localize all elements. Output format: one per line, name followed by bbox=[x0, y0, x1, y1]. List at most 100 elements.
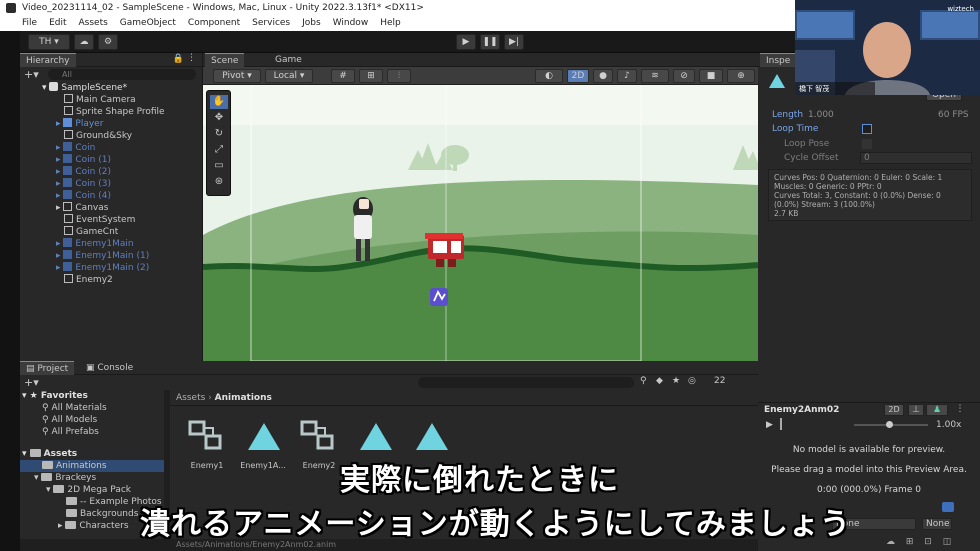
shading-mode-icon[interactable]: ◐ bbox=[535, 69, 563, 83]
menu-gameobject[interactable]: GameObject bbox=[120, 16, 176, 31]
label-icon[interactable]: ◆ bbox=[656, 376, 663, 386]
asset-enemy1-thumb[interactable] bbox=[188, 418, 224, 454]
tab-hierarchy[interactable]: Hierarchy bbox=[20, 53, 76, 67]
menu-help[interactable]: Help bbox=[380, 16, 401, 31]
asset-enemy1a-thumb[interactable] bbox=[246, 420, 282, 454]
tree-item[interactable]: ▾ Brackeys bbox=[34, 472, 96, 484]
add-icon[interactable]: +▾ bbox=[24, 68, 44, 81]
tag-icon[interactable] bbox=[942, 502, 954, 512]
loop-pose-checkbox[interactable] bbox=[862, 139, 872, 149]
tree-item-animations[interactable]: Animations bbox=[20, 460, 164, 472]
asset-enemy1a-label[interactable]: Enemy1A... bbox=[238, 461, 288, 470]
hierarchy-item[interactable]: ▸ Coin (4) bbox=[56, 190, 111, 202]
asset-enemy2-label[interactable]: Enemy2 bbox=[294, 461, 344, 470]
asset-enemy1-label[interactable]: Enemy1 bbox=[182, 461, 232, 470]
transform-tool-icon[interactable]: ⊛ bbox=[210, 175, 228, 189]
favorites-header[interactable]: ▾ ★ Favorites bbox=[22, 390, 88, 402]
star-icon[interactable]: ★ bbox=[672, 376, 680, 386]
hierarchy-item[interactable]: Sprite Shape Profile bbox=[64, 106, 165, 118]
tree-item[interactable]: ▾ 2D Mega Pack bbox=[46, 484, 131, 496]
lighting-icon[interactable]: ● bbox=[593, 69, 613, 83]
camera-icon[interactable]: ■ bbox=[699, 69, 723, 83]
create-icon[interactable]: +▾ bbox=[24, 376, 39, 389]
avatar-icon[interactable]: ♟ bbox=[926, 404, 948, 416]
assets-header[interactable]: ▾ Assets bbox=[22, 448, 77, 460]
tab-project[interactable]: ▤ Project bbox=[20, 361, 75, 375]
favorite-item[interactable]: ⚲ All Prefabs bbox=[42, 426, 99, 438]
hierarchy-item[interactable]: ▸ Player bbox=[56, 118, 103, 130]
hierarchy-item[interactable]: GameCnt bbox=[64, 226, 118, 238]
status-collab-icon[interactable]: ⊡ bbox=[924, 537, 932, 547]
account-dropdown[interactable]: TH ▾ bbox=[28, 34, 70, 50]
snap-increment-icon[interactable]: ⊞ bbox=[359, 69, 383, 83]
hierarchy-item[interactable]: ▸ Enemy1Main bbox=[56, 238, 134, 250]
hierarchy-item[interactable]: ▸ Canvas bbox=[56, 202, 108, 214]
hierarchy-item[interactable]: Main Camera bbox=[64, 94, 136, 106]
preview-play-icon[interactable]: ▶ bbox=[766, 420, 773, 430]
menu-services[interactable]: Services bbox=[252, 16, 290, 31]
rotate-tool-icon[interactable]: ↻ bbox=[210, 127, 228, 141]
audio-icon[interactable]: ♪ bbox=[617, 69, 637, 83]
search-by-type-icon[interactable]: ⚲ bbox=[640, 376, 647, 386]
preview-menu-icon[interactable]: ⋮ bbox=[952, 404, 968, 416]
loop-time-checkbox[interactable] bbox=[862, 124, 872, 134]
visibility-icon[interactable]: ⊘ bbox=[673, 69, 695, 83]
hierarchy-item[interactable]: Ground&Sky bbox=[64, 130, 132, 142]
pivot-dropdown[interactable]: Pivot ▾ bbox=[213, 69, 261, 83]
play-button[interactable]: ▶ bbox=[456, 34, 476, 50]
status-cloud-icon[interactable]: ☁ bbox=[886, 537, 895, 547]
scene-viewport[interactable]: ✋ ✥ ↻ ⤢ ▭ ⊛ bbox=[203, 85, 758, 361]
lock-icon[interactable]: 🔒 bbox=[173, 54, 184, 64]
menu-component[interactable]: Component bbox=[188, 16, 240, 31]
hierarchy-item[interactable]: ▸ Coin (3) bbox=[56, 178, 111, 190]
timeline-marker[interactable] bbox=[780, 418, 782, 430]
asset-clip-thumb[interactable] bbox=[414, 420, 450, 454]
move-tool-icon[interactable]: ✥ bbox=[210, 111, 228, 125]
hierarchy-item[interactable]: EventSystem bbox=[64, 214, 135, 226]
hand-tool-icon[interactable]: ✋ bbox=[210, 95, 228, 109]
status-grid-icon[interactable]: ⊞ bbox=[906, 537, 914, 547]
none-dropdown-b[interactable]: None bbox=[922, 518, 952, 530]
toggle-2d-button[interactable]: 2D bbox=[567, 69, 589, 83]
menu-file[interactable]: File bbox=[22, 16, 37, 31]
hierarchy-search-input[interactable]: All bbox=[48, 69, 196, 80]
cloud-icon[interactable]: ☁ bbox=[74, 34, 94, 50]
favorite-item[interactable]: ⚲ All Materials bbox=[42, 402, 107, 414]
favorite-item[interactable]: ⚲ All Models bbox=[42, 414, 97, 426]
tab-scene[interactable]: Scene bbox=[205, 53, 245, 67]
menu-edit[interactable]: Edit bbox=[49, 16, 66, 31]
kebab-icon[interactable]: ⋮ bbox=[187, 53, 196, 63]
tab-game[interactable]: Game bbox=[269, 53, 308, 67]
step-button[interactable]: ▶| bbox=[504, 34, 524, 50]
tree-item[interactable]: ▸ Characters bbox=[58, 520, 129, 532]
effects-icon[interactable]: ≋ bbox=[641, 69, 669, 83]
tab-inspector[interactable]: Inspe bbox=[760, 53, 797, 67]
hierarchy-item[interactable]: Enemy2 bbox=[64, 274, 113, 286]
breadcrumb-assets[interactable]: Assets bbox=[176, 393, 205, 403]
menu-assets[interactable]: Assets bbox=[79, 16, 108, 31]
hierarchy-item[interactable]: ▸ Enemy1Main (2) bbox=[56, 262, 149, 274]
tree-item[interactable]: Backgrounds bbox=[66, 508, 138, 520]
menu-window[interactable]: Window bbox=[333, 16, 369, 31]
project-search-input[interactable] bbox=[418, 377, 634, 388]
asset-enemy2-thumb[interactable] bbox=[300, 418, 336, 454]
settings-icon[interactable]: ⚙ bbox=[98, 34, 118, 50]
local-dropdown[interactable]: Local ▾ bbox=[265, 69, 313, 83]
asset-clip-thumb[interactable] bbox=[358, 420, 394, 454]
breadcrumb-animations[interactable]: Animations bbox=[215, 393, 272, 403]
scene-root[interactable]: ▾ SampleScene* bbox=[42, 82, 127, 94]
cycle-offset-field[interactable]: 0 bbox=[860, 152, 972, 164]
hierarchy-item[interactable]: ▸ Enemy1Main (1) bbox=[56, 250, 149, 262]
gizmos-icon[interactable]: ⊕ bbox=[727, 69, 755, 83]
menu-jobs[interactable]: Jobs bbox=[302, 16, 321, 31]
pivot-preview-icon[interactable]: ⊥ bbox=[908, 404, 924, 416]
preview-2d-button[interactable]: 2D bbox=[884, 404, 904, 416]
speed-slider-handle[interactable] bbox=[886, 421, 893, 428]
pause-button[interactable]: ❚❚ bbox=[480, 34, 500, 50]
eye-icon[interactable]: ◎ bbox=[688, 376, 696, 386]
hierarchy-item[interactable]: ▸ Coin bbox=[56, 142, 95, 154]
grid-snap-icon[interactable]: # bbox=[331, 69, 355, 83]
hierarchy-item[interactable]: ▸ Coin (2) bbox=[56, 166, 111, 178]
incremental-snap-icon[interactable]: ⫶ bbox=[387, 69, 411, 83]
status-hub-icon[interactable]: ◫ bbox=[943, 537, 952, 547]
